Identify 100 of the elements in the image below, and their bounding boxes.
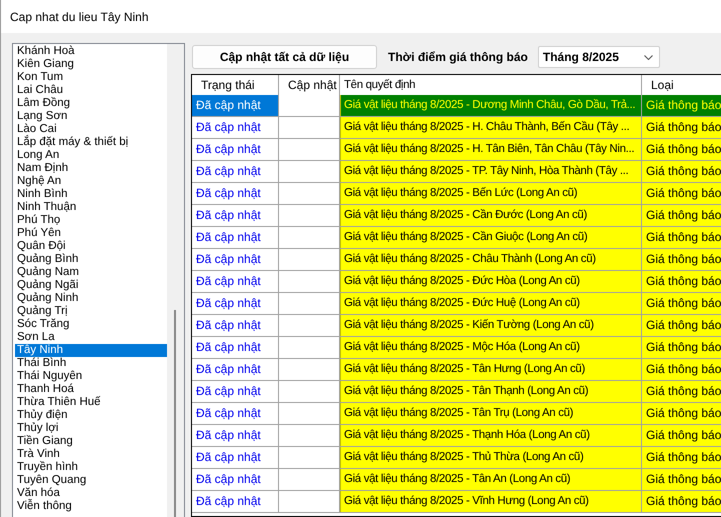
table-cell: Đã cập nhật [192,425,279,446]
province-item[interactable]: Quảng Ngãi [15,279,167,292]
table-cell: Giá thông báo [642,205,721,226]
table-cell: Giá thông báo [642,491,721,512]
table-cell: Giá thông báo [642,293,721,314]
province-item[interactable]: Quảng Nam [15,266,167,279]
table-cell: Đã cập nhật [192,117,279,138]
table-cell: Giá vật liệu tháng 8/2025 - Đức Huệ (Long An cũ) [340,293,642,314]
province-item[interactable]: Phú Thọ [15,214,167,227]
province-item[interactable]: Sơn La [15,331,167,344]
province-item[interactable]: Lào Cai [15,123,167,136]
table-cell: Đã cập nhật [192,403,279,424]
table-cell: Giá vật liệu tháng 8/2025 - Tân An (Long An cũ) [340,469,642,490]
table-cell: Giá vật liệu tháng 8/2025 - Vĩnh Hưng (Long An cũ) [340,491,642,512]
table-cell: Giá vật liệu tháng 8/2025 - Thủ Thừa (Long An cũ) [340,447,642,468]
window-title: Cap nhat du lieu Tây Ninh [10,10,149,24]
table-cell: Giá thông báo [642,139,721,160]
table-cell: Giá vật liệu tháng 8/2025 - TP. Tây Ninh, Hòa Thành (Tây ... [340,161,642,182]
table-cell: Đã cập nhật [192,293,279,314]
table-cell: Giá thông báo [642,359,721,380]
table-cell: Đã cập nhật [192,447,279,468]
province-item[interactable]: Sóc Trăng [15,318,167,331]
table-cell: Đã cập nhật [192,205,279,226]
period-label: Thời điểm giá thông báo [388,50,528,64]
table-cell: Đã cập nhật [192,183,279,204]
province-item[interactable]: Nam Định [15,162,167,175]
province-item[interactable]: Truyền hình [15,461,167,474]
table-cell: Giá thông báo [642,337,721,358]
province-item[interactable]: Thanh Hoá [15,383,167,396]
province-item[interactable]: Viễn thông [15,500,167,513]
province-item[interactable]: Lắp đặt máy & thiết bị [15,136,167,149]
update-all-button[interactable]: Cập nhật tất cả dữ liệu [192,45,377,69]
table-cell: Đã cập nhật [192,161,279,182]
province-item[interactable]: Văn hóa [15,487,167,500]
province-item[interactable]: Lai Châu [15,84,167,97]
table-cell: Đã cập nhật [192,95,279,116]
province-item[interactable]: Thủy điện [15,409,167,422]
province-item[interactable]: Long An [15,149,167,162]
table-cell: Giá vật liệu tháng 8/2025 - Tân Hưng (Long An cũ) [340,359,642,380]
province-item[interactable]: Kiên Giang [15,58,167,71]
scrollbar[interactable] [167,44,184,517]
table-cell: Giá thông báo [642,227,721,248]
province-item[interactable]: Ninh Thuận [15,201,167,214]
province-item[interactable]: Khánh Hoà [15,45,167,58]
table-cell: Giá thông báo [642,117,721,138]
table-cell: Đã cập nhật [192,469,279,490]
province-item[interactable]: Thái Bình [15,357,167,370]
province-item[interactable]: Quảng Ninh [15,292,167,305]
table-cell: Giá thông báo [642,161,721,182]
table-cell: Giá vật liệu tháng 8/2025 - Châu Thành (Long An cũ) [340,249,642,270]
chevron-down-icon [644,54,653,60]
table-cell: Giá thông báo [642,95,721,116]
province-item[interactable]: Kon Tum [15,71,167,84]
province-item[interactable]: Nghệ An [15,175,167,188]
table-cell: Giá vật liệu tháng 8/2025 - Tân Thạnh (Long An cũ) [340,381,642,402]
table-cell: Giá thông báo [642,249,721,270]
province-item[interactable]: Thái Nguyên [15,370,167,383]
table-cell: Giá vật liệu tháng 8/2025 - Mộc Hóa (Long An cũ) [340,337,642,358]
table-cell: Đã cập nhật [192,227,279,248]
table-cell: Đã cập nhật [192,249,279,270]
table-cell: Giá vật liệu tháng 8/2025 - Thạnh Hóa (Long An cũ) [340,425,642,446]
table-cell: Giá thông báo [642,315,721,336]
province-item[interactable]: Quảng Bình [15,253,167,266]
province-item[interactable]: Thừa Thiên Huế [15,396,167,409]
column-header[interactable]: Cập nhật [279,75,340,95]
table-cell: Đã cập nhật [192,315,279,336]
province-item[interactable]: Thủy lợi [15,422,167,435]
province-item[interactable]: Lạng Sơn [15,110,167,123]
table-cell: Giá thông báo [642,271,721,292]
table-cell: Đã cập nhật [192,139,279,160]
table-cell: Đã cập nhật [192,381,279,402]
period-dropdown[interactable]: Tháng 8/2025 [538,46,660,68]
table-cell: Giá thông báo [642,447,721,468]
table-cell: Giá vật liệu tháng 8/2025 - Cần Giuộc (Long An cũ) [340,227,642,248]
table-cell: Giá thông báo [642,183,721,204]
province-item[interactable]: Quảng Trị [15,305,167,318]
table-cell: Đã cập nhật [192,491,279,512]
table-cell: Giá vật liệu tháng 8/2025 - Kiến Tường (Long An cũ) [340,315,642,336]
table-cell: Giá thông báo [642,381,721,402]
province-item[interactable]: Phú Yên [15,227,167,240]
table-cell: Giá thông báo [642,403,721,424]
table-cell: Giá vật liệu tháng 8/2025 - H. Châu Thành, Bến Cầu (Tây ... [340,117,642,138]
table-cell: Giá vật liệu tháng 8/2025 - Đức Hòa (Long An cũ) [340,271,642,292]
province-item[interactable]: Tây Ninh [15,344,167,357]
column-header[interactable]: Loại [642,75,721,95]
table-cell: Giá thông báo [642,469,721,490]
province-item[interactable]: Lâm Đồng [15,97,167,110]
province-item[interactable]: Ninh Bình [15,188,167,201]
table-cell: Giá vật liệu tháng 8/2025 - Dương Minh Châu, Gò Dầu, Trả... [340,95,642,116]
table-cell: Giá vật liệu tháng 8/2025 - Tân Trụ (Long An cũ) [340,403,642,424]
table-cell: Giá vật liệu tháng 8/2025 - H. Tân Biên, Tân Châu (Tây Nin... [340,139,642,160]
table-cell: Đã cập nhật [192,271,279,292]
province-item[interactable]: Tuyên Quang [15,474,167,487]
province-item[interactable]: Trà Vinh [15,448,167,461]
table-cell: Đã cập nhật [192,337,279,358]
province-item[interactable]: Tiền Giang [15,435,167,448]
table-cell: Giá vật liệu tháng 8/2025 - Bến Lức (Long An cũ) [340,183,642,204]
table-cell: Giá thông báo [642,425,721,446]
province-item[interactable]: Quân Đội [15,240,167,253]
table-cell: Giá vật liệu tháng 8/2025 - Cần Đước (Long An cũ) [340,205,642,226]
